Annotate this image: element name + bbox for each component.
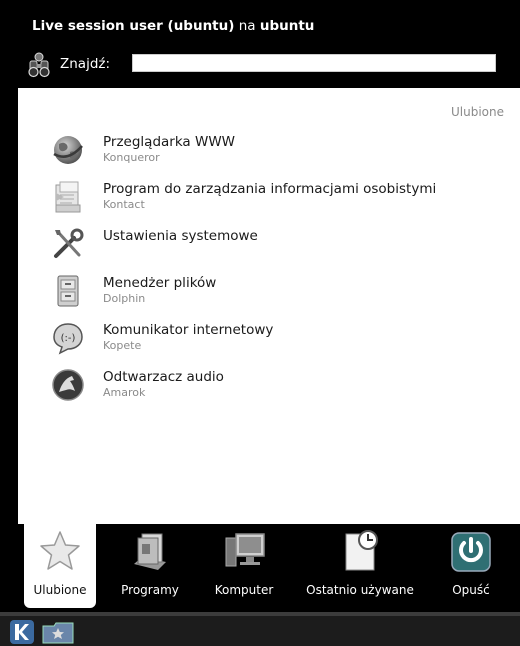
kickoff-launcher: Live session user (ubuntu) na ubuntu Zna…	[8, 8, 520, 608]
search-row: Znajdź:	[26, 52, 506, 78]
folder-view-icon[interactable]	[42, 622, 74, 644]
launcher-header: Live session user (ubuntu) na ubuntu Zna…	[8, 8, 520, 90]
favorite-title: Komunikator internetowy	[103, 322, 274, 338]
search-input[interactable]	[132, 54, 496, 72]
user-host-connector: na	[238, 18, 256, 34]
favorite-subtitle: Kontact	[103, 198, 145, 211]
tab-label: Komputer	[214, 583, 274, 597]
instant-messenger-icon: (:-)	[53, 323, 83, 355]
favorite-file-manager[interactable]: Menedżer plików Dolphin	[18, 269, 520, 316]
favorite-title: Menedżer plików	[103, 275, 217, 291]
search-label: Znajdź:	[60, 56, 111, 72]
binoculars-icon	[28, 52, 50, 78]
tab-label: Ostatnio używane	[306, 583, 414, 597]
favorite-title: Odtwarzacz audio	[103, 369, 224, 385]
favorite-instant-messenger[interactable]: (:-) Komunikator internetowy Kopete	[18, 316, 520, 363]
favorite-subtitle: Konqueror	[103, 151, 160, 164]
applications-icon	[134, 533, 166, 570]
favorite-subtitle: Kopete	[103, 339, 142, 352]
tab-favorites[interactable]: Ulubione	[24, 516, 96, 608]
tab-leave[interactable]: Opuść	[436, 516, 506, 608]
taskbar-top-strip	[0, 612, 520, 616]
favorite-title: Przeglądarka WWW	[103, 134, 236, 150]
favorite-pim[interactable]: Program do zarządzania informacjami osob…	[18, 175, 520, 222]
favorites-panel: Ulubione Przeglądarka WWW Konqueror Prog…	[18, 88, 520, 524]
computer-icon	[225, 533, 265, 567]
web-browser-icon	[53, 136, 83, 164]
file-manager-icon	[57, 275, 79, 307]
tab-label: Ulubione	[33, 583, 87, 597]
tab-recently-used[interactable]: Ostatnio używane	[298, 516, 422, 608]
audio-player-icon	[52, 369, 84, 401]
host-name: ubuntu	[259, 18, 315, 34]
pim-icon	[55, 181, 81, 213]
power-icon	[451, 532, 491, 572]
favorite-subtitle: Dolphin	[103, 292, 146, 305]
taskbar	[0, 612, 520, 646]
system-settings-icon	[54, 228, 84, 258]
favorite-title: Program do zarządzania informacjami osob…	[103, 181, 437, 197]
favorites-list: Przeglądarka WWW Konqueror Program do za…	[18, 128, 520, 410]
star-icon	[40, 531, 80, 570]
tab-label: Programy	[121, 583, 179, 597]
favorite-system-settings[interactable]: Ustawienia systemowe	[18, 222, 520, 269]
tab-label: Opuść	[452, 583, 490, 597]
tab-bar: Ulubione Programy Komputer Ostatnio używ…	[8, 516, 520, 608]
kde-menu-icon[interactable]	[10, 620, 34, 644]
recent-documents-icon	[345, 530, 378, 571]
favorite-title: Ustawienia systemowe	[103, 228, 258, 244]
section-label: Ulubione	[450, 105, 504, 119]
tab-computer[interactable]: Komputer	[204, 516, 284, 608]
tab-applications[interactable]: Programy	[108, 516, 192, 608]
svg-text:(:-): (:-)	[61, 333, 76, 344]
user-name: Live session user (ubuntu)	[32, 18, 235, 34]
favorite-subtitle: Amarok	[103, 386, 146, 399]
user-info: Live session user (ubuntu) na ubuntu	[32, 18, 314, 34]
favorite-web-browser[interactable]: Przeglądarka WWW Konqueror	[18, 128, 520, 175]
favorite-audio-player[interactable]: Odtwarzacz audio Amarok	[18, 363, 520, 410]
